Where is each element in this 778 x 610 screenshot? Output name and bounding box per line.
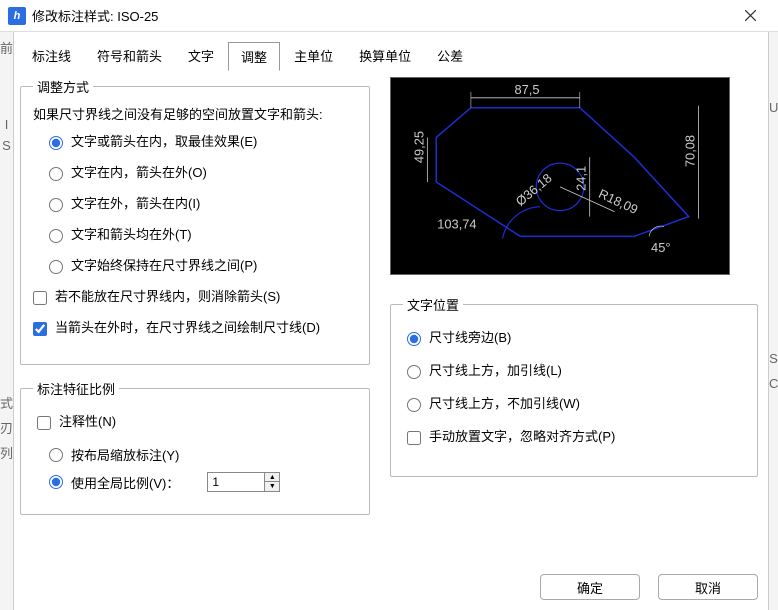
svg-text:45°: 45° — [651, 240, 670, 255]
scale-global-radio[interactable] — [49, 475, 63, 489]
cancel-button[interactable]: 取消 — [658, 574, 758, 600]
textpos-beside-radio[interactable] — [407, 332, 421, 346]
fit-option-best-radio[interactable] — [49, 136, 63, 150]
fit-option-both-out[interactable]: 文字和箭头均在外(T) — [49, 227, 357, 244]
fit-option-always-inside[interactable]: 文字始终保持在尺寸界线之间(P) — [49, 258, 357, 275]
scale-group: 标注特征比例 注释性(N) 按布局缩放标注(Y) 使用全局比例(V)： ▲ ▼ — [20, 379, 370, 515]
textpos-above-leader-label: 尺寸线上方，加引线(L) — [429, 363, 562, 380]
titlebar: h 修改标注样式: ISO-25 — [0, 0, 778, 32]
draw-dimline-checkbox[interactable] — [33, 322, 47, 336]
tab-fit[interactable]: 调整 — [228, 42, 280, 71]
fit-option-arrows-out-radio[interactable] — [49, 167, 63, 181]
tab-dimline[interactable]: 标注线 — [20, 42, 83, 71]
textpos-above-noleader[interactable]: 尺寸线上方，不加引线(W) — [407, 396, 745, 413]
scale-legend: 标注特征比例 — [33, 379, 119, 398]
fit-option-always-inside-label: 文字始终保持在尺寸界线之间(P) — [71, 258, 257, 275]
suppress-arrows-checkbox[interactable] — [33, 291, 47, 305]
close-button[interactable] — [730, 0, 770, 32]
svg-text:87,5: 87,5 — [514, 82, 539, 97]
background-right-edge: U S C — [768, 32, 778, 610]
tab-text[interactable]: 文字 — [176, 42, 226, 71]
fit-option-best[interactable]: 文字或箭头在内，取最佳效果(E) — [49, 134, 357, 151]
textpos-manual-checkbox[interactable] — [407, 431, 421, 445]
tab-alt-units[interactable]: 换算单位 — [347, 42, 423, 71]
svg-text:R18,09: R18,09 — [596, 186, 640, 217]
textpos-above-leader-radio[interactable] — [407, 365, 421, 379]
draw-dimline-label: 当箭头在外时，在尺寸界线之间绘制尺寸线(D) — [55, 320, 320, 337]
spinner-up-icon[interactable]: ▲ — [265, 473, 279, 482]
annotative-check[interactable]: 注释性(N) — [37, 414, 357, 431]
svg-text:70,08: 70,08 — [683, 135, 698, 167]
textpos-above-noleader-label: 尺寸线上方，不加引线(W) — [429, 396, 580, 413]
fit-option-both-out-label: 文字和箭头均在外(T) — [71, 227, 192, 244]
tab-symbols-arrows[interactable]: 符号和箭头 — [85, 42, 174, 71]
draw-dimline-check[interactable]: 当箭头在外时，在尺寸界线之间绘制尺寸线(D) — [33, 320, 357, 337]
annotative-label: 注释性(N) — [59, 414, 116, 431]
fit-option-text-out[interactable]: 文字在外，箭头在内(I) — [49, 196, 357, 213]
scale-by-layout-radio[interactable] — [49, 448, 63, 462]
tab-strip: 标注线 符号和箭头 文字 调整 主单位 换算单位 公差 — [0, 32, 778, 71]
fit-option-best-label: 文字或箭头在内，取最佳效果(E) — [71, 134, 257, 151]
textpos-above-leader[interactable]: 尺寸线上方，加引线(L) — [407, 363, 745, 380]
fit-option-text-out-label: 文字在外，箭头在内(I) — [71, 196, 200, 213]
suppress-arrows-check[interactable]: 若不能放在尺寸界线内，则消除箭头(S) — [33, 289, 357, 306]
text-position-legend: 文字位置 — [403, 295, 463, 314]
window-title: 修改标注样式: ISO-25 — [32, 6, 730, 25]
global-scale-input[interactable] — [208, 473, 264, 491]
fit-option-both-out-radio[interactable] — [49, 229, 63, 243]
ok-button[interactable]: 确定 — [540, 574, 640, 600]
fit-method-legend: 调整方式 — [33, 77, 93, 96]
spinner-down-icon[interactable]: ▼ — [265, 482, 279, 491]
svg-text:Ø36,18: Ø36,18 — [513, 170, 555, 209]
scale-global-row: 使用全局比例(V)： ▲ ▼ — [49, 472, 357, 492]
fit-option-text-out-radio[interactable] — [49, 198, 63, 212]
textpos-above-noleader-radio[interactable] — [407, 398, 421, 412]
scale-by-layout[interactable]: 按布局缩放标注(Y) — [49, 445, 357, 464]
svg-text:24,1: 24,1 — [574, 166, 589, 191]
textpos-manual-label: 手动放置文字，忽略对齐方式(P) — [429, 429, 615, 446]
textpos-beside-label: 尺寸线旁边(B) — [429, 330, 511, 347]
fit-method-intro: 如果尺寸界线之间没有足够的空间放置文字和箭头: — [33, 106, 357, 124]
close-icon — [745, 10, 756, 21]
svg-text:49,25: 49,25 — [411, 131, 426, 163]
scale-by-layout-label: 按布局缩放标注(Y) — [71, 445, 179, 464]
dimension-preview: 87,5 49,25 24,1 70,08 103,74 R18,09 Ø36,… — [390, 77, 730, 275]
annotative-checkbox[interactable] — [37, 416, 51, 430]
tab-tolerance[interactable]: 公差 — [425, 42, 475, 71]
background-left-edge: 前 I S 式 刃 列 — [0, 32, 14, 610]
svg-text:103,74: 103,74 — [437, 216, 476, 231]
global-scale-spinner[interactable]: ▲ ▼ — [207, 472, 280, 492]
app-icon: h — [8, 7, 26, 25]
text-position-group: 文字位置 尺寸线旁边(B) 尺寸线上方，加引线(L) 尺寸线上方，不加引线(W)… — [390, 295, 758, 477]
fit-option-arrows-out[interactable]: 文字在内，箭头在外(O) — [49, 165, 357, 182]
scale-global-label[interactable]: 使用全局比例(V)： — [71, 473, 179, 492]
suppress-arrows-label: 若不能放在尺寸界线内，则消除箭头(S) — [55, 289, 280, 306]
textpos-manual-check[interactable]: 手动放置文字，忽略对齐方式(P) — [407, 429, 745, 446]
fit-method-group: 调整方式 如果尺寸界线之间没有足够的空间放置文字和箭头: 文字或箭头在内，取最佳… — [20, 77, 370, 365]
fit-option-always-inside-radio[interactable] — [49, 260, 63, 274]
dialog-buttons: 确定 取消 — [540, 574, 758, 600]
textpos-beside[interactable]: 尺寸线旁边(B) — [407, 330, 745, 347]
fit-option-arrows-out-label: 文字在内，箭头在外(O) — [71, 165, 207, 182]
tab-primary-units[interactable]: 主单位 — [282, 42, 345, 71]
